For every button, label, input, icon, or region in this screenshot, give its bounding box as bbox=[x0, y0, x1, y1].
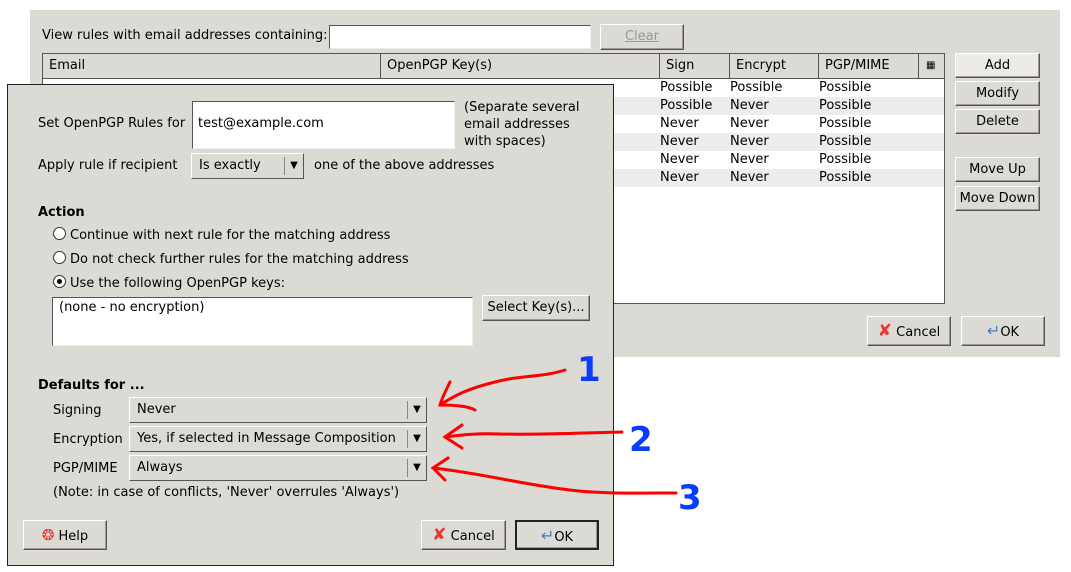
annotation-number-2: 2 bbox=[629, 420, 653, 460]
annotation-arrows bbox=[430, 368, 678, 495]
annotation-number-1: 1 bbox=[577, 350, 601, 390]
arrow-1 bbox=[438, 368, 567, 412]
annotation-number-3: 3 bbox=[678, 478, 702, 518]
arrow-2 bbox=[442, 423, 624, 450]
arrow-3 bbox=[430, 456, 678, 495]
